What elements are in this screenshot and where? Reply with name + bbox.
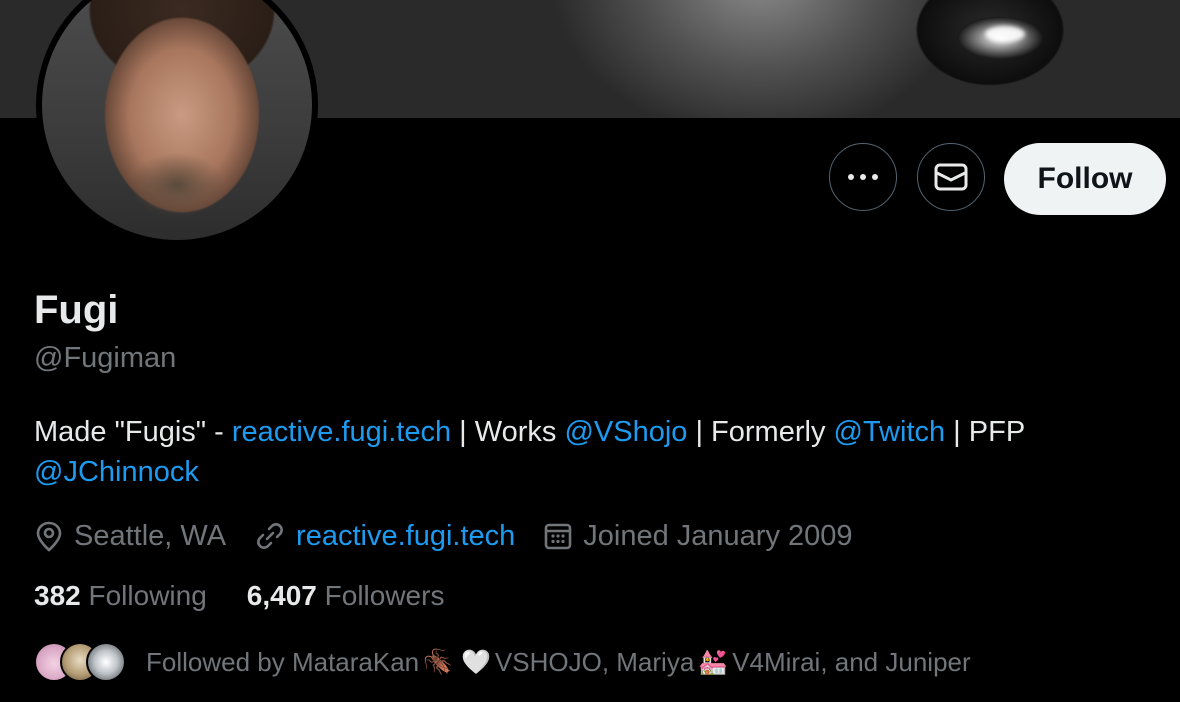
followers-label: Followers — [324, 580, 445, 611]
followed-by-text: Followed by MataraKan — [146, 646, 420, 677]
bio-text: | Works — [451, 416, 565, 448]
join-date-text: Joined January 2009 — [583, 519, 853, 552]
following-count: 382 — [34, 580, 81, 611]
followed-by[interactable]: Followed by MataraKan 🪳 🤍 VSHOJO, Mariya… — [34, 640, 971, 684]
banner-highlight — [985, 26, 1025, 42]
calendar-icon — [544, 523, 572, 550]
bio-mention-twitch[interactable]: @Twitch — [834, 416, 946, 448]
followers-link[interactable]: 6,407 Followers — [247, 580, 445, 612]
location-pin-icon — [36, 521, 62, 552]
message-button[interactable] — [917, 143, 985, 211]
following-link[interactable]: 382 Following — [34, 580, 207, 612]
bio-text: | Formerly — [687, 416, 834, 448]
followed-by-avatars — [34, 642, 126, 682]
following-label: Following — [88, 580, 207, 611]
wedding-chapel-emoji: 💒 — [698, 648, 729, 676]
website-link[interactable]: reactive.fugi.tech — [296, 520, 515, 553]
follow-button[interactable]: Follow — [1004, 143, 1166, 215]
more-horizontal-icon — [848, 174, 878, 180]
location-text: Seattle, WA — [74, 519, 227, 552]
bio-mention-jchinnock[interactable]: @JChinnock — [34, 456, 199, 488]
location: Seattle, WA — [34, 520, 226, 553]
avatar — [86, 642, 126, 682]
profile-meta: Seattle, WA reactive.fugi.tech Joined Ja… — [34, 514, 881, 558]
follow-counts: 382 Following 6,407 Followers — [34, 580, 484, 612]
bio-mention-vshojo[interactable]: @VShojo — [564, 416, 687, 448]
followed-by-text: V4Mirai, and Juniper — [732, 646, 971, 677]
envelope-icon — [934, 163, 968, 191]
bio: Made "Fugis" - reactive.fugi.tech | Work… — [34, 412, 1154, 492]
followed-by-text: VSHOJO, Mariya — [494, 646, 695, 677]
website[interactable]: reactive.fugi.tech — [254, 520, 515, 553]
display-name: Fugi — [34, 288, 119, 332]
white-heart-emoji: 🤍 — [461, 648, 491, 676]
cockroach-emoji: 🪳 — [423, 648, 454, 676]
user-handle: @Fugiman — [34, 342, 177, 374]
join-date: Joined January 2009 — [543, 519, 853, 553]
more-button[interactable] — [829, 143, 897, 211]
followers-count: 6,407 — [246, 580, 317, 611]
bio-link-website[interactable]: reactive.fugi.tech — [232, 416, 451, 448]
bio-text: | PFP — [945, 416, 1026, 448]
link-icon — [257, 523, 283, 549]
bio-text: Made "Fugis" - — [34, 416, 232, 448]
